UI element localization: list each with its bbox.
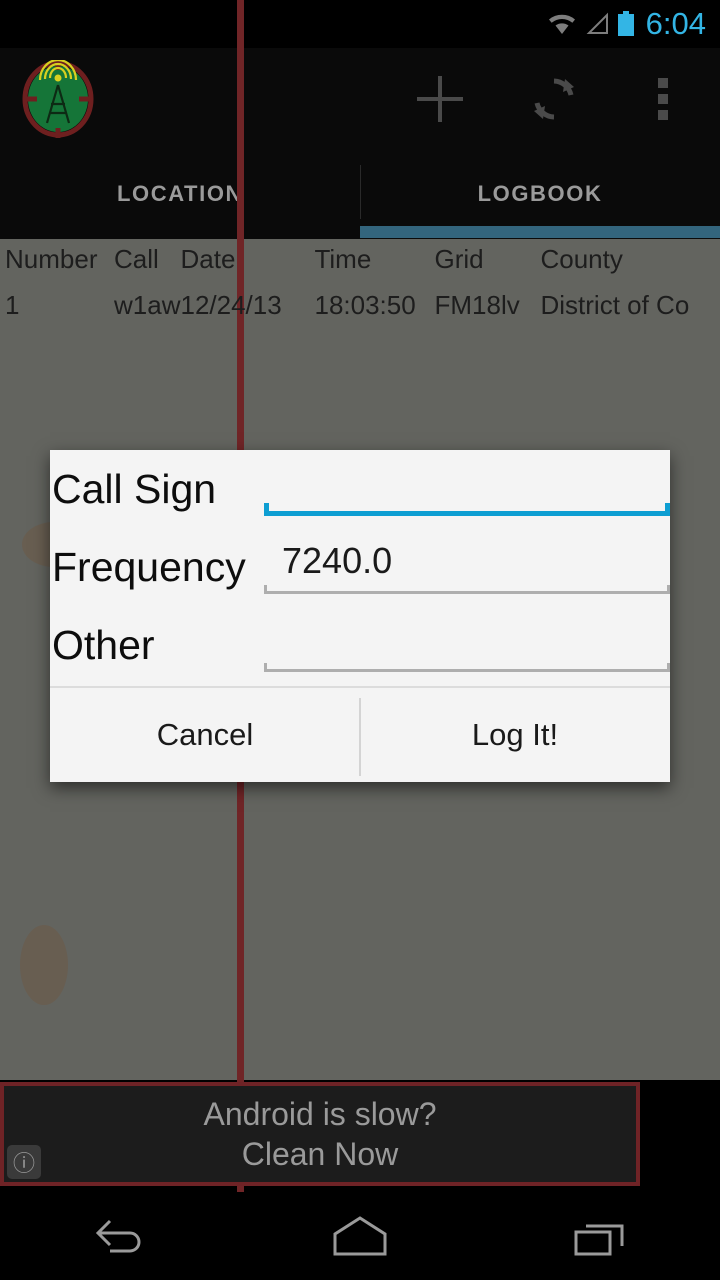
field-row-frequency: Frequency 7240.0 — [50, 528, 670, 606]
back-icon — [95, 1219, 141, 1253]
home-icon — [333, 1216, 387, 1256]
frequency-value: 7240.0 — [282, 540, 393, 581]
frequency-underline — [264, 585, 670, 594]
ad-subline: Clean Now — [241, 1136, 399, 1172]
frequency-label: Frequency — [52, 544, 246, 590]
nav-home-button[interactable] — [240, 1214, 480, 1258]
cancel-button[interactable]: Cancel — [50, 688, 360, 782]
field-row-callsign: Call Sign — [50, 450, 670, 528]
callsign-input[interactable] — [264, 450, 670, 528]
frequency-input[interactable]: 7240.0 — [264, 528, 670, 606]
callsign-label: Call Sign — [52, 466, 217, 512]
other-label: Other — [52, 622, 155, 668]
tab-selected-indicator — [360, 226, 720, 238]
nav-recents-button[interactable] — [480, 1214, 720, 1258]
field-row-other: Other — [50, 606, 670, 684]
ad-banner[interactable]: Android is slow? Clean Now ⓘ — [0, 1082, 640, 1186]
log-it-button[interactable]: Log It! — [360, 688, 670, 782]
phone-screen: 6:04 LOCATION LOGBOOK Number Call Date T… — [0, 0, 720, 1280]
dialog-button-divider — [359, 698, 361, 776]
nav-back-button[interactable] — [0, 1213, 240, 1259]
ad-info-icon[interactable]: ⓘ — [7, 1145, 41, 1179]
log-entry-dialog: Call Sign Frequency 7240.0 Other Cancel … — [50, 450, 670, 782]
ad-headline: Android is slow? — [203, 1096, 437, 1132]
other-underline — [264, 663, 670, 672]
recents-icon — [574, 1224, 624, 1256]
navigation-bar — [0, 1192, 720, 1280]
other-input[interactable] — [264, 606, 670, 684]
callsign-underline — [264, 503, 670, 516]
